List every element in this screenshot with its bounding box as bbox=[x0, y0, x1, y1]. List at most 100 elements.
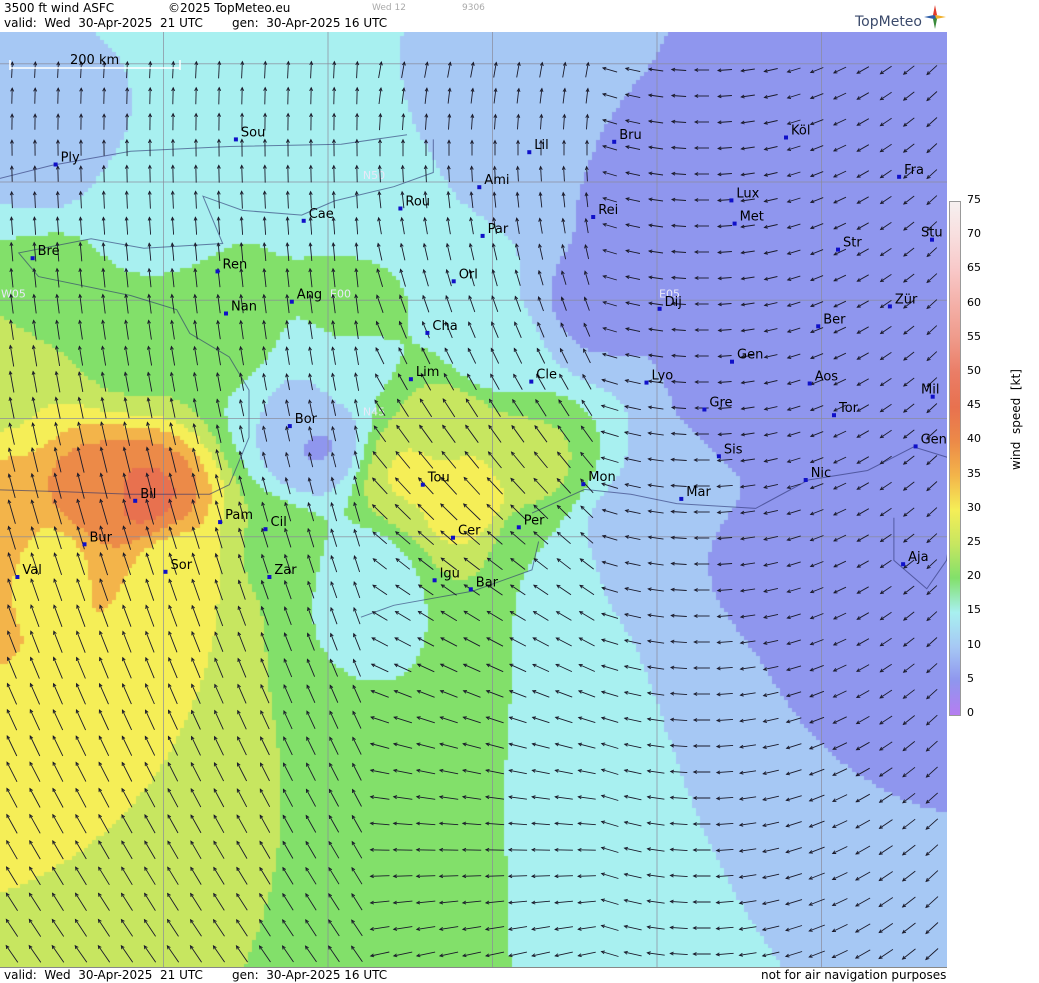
wind-arrow bbox=[601, 847, 619, 853]
wind-map[interactable]: N50 N45 W05 E00 E05 Sou Bru Köl Lil Ply Fra Ami Lux… bbox=[0, 32, 947, 968]
wind-arrow bbox=[125, 217, 129, 235]
wind-arrow bbox=[33, 320, 37, 340]
wind-arrow bbox=[236, 814, 248, 834]
wind-arrow bbox=[168, 683, 178, 705]
wind-arrow bbox=[168, 710, 178, 730]
wind-arrow bbox=[305, 867, 317, 885]
wind-arrow bbox=[260, 736, 270, 756]
wind-arrow bbox=[167, 736, 179, 756]
wind-arrow bbox=[353, 607, 361, 625]
city-label: Cer bbox=[458, 524, 481, 539]
legend-tick-label: 5 bbox=[967, 671, 974, 685]
wind-arrow bbox=[393, 716, 413, 724]
wind-arrow bbox=[237, 736, 247, 756]
wind-arrow bbox=[306, 685, 316, 703]
wind-arrow bbox=[514, 296, 522, 312]
wind-arrow bbox=[167, 867, 179, 885]
wind-arrow bbox=[305, 919, 317, 937]
wind-arrow bbox=[351, 919, 363, 937]
city-marker bbox=[133, 498, 138, 503]
city-marker bbox=[836, 247, 840, 252]
wind-arrow bbox=[144, 867, 156, 885]
wind-arrow bbox=[487, 611, 503, 621]
wind-arrow bbox=[98, 893, 110, 911]
wind-arrow bbox=[352, 789, 362, 807]
wind-arrow bbox=[440, 503, 458, 521]
wind-arrow bbox=[395, 504, 411, 520]
wind-arrow bbox=[236, 841, 248, 859]
city-marker bbox=[816, 324, 821, 329]
wind-arrow bbox=[880, 403, 892, 413]
wind-arrow bbox=[52, 735, 64, 757]
wind-arrow bbox=[398, 347, 408, 365]
wind-arrow bbox=[143, 945, 157, 963]
wind-arrow bbox=[124, 397, 130, 419]
city-label: Cil bbox=[271, 515, 287, 530]
wind-arrow bbox=[880, 534, 892, 542]
wind-arrow bbox=[533, 584, 549, 596]
wind-arrow bbox=[98, 788, 110, 808]
wind-arrow bbox=[903, 351, 915, 361]
wind-arrow bbox=[902, 792, 916, 804]
wind-arrow bbox=[601, 899, 619, 905]
city-marker bbox=[224, 311, 228, 316]
wind-arrow bbox=[51, 919, 65, 937]
city-marker bbox=[657, 306, 662, 311]
wind-arrow bbox=[121, 736, 133, 756]
wind-arrow bbox=[556, 611, 572, 621]
wind-arrow bbox=[857, 326, 869, 334]
wind-arrow bbox=[123, 473, 131, 499]
wind-arrow bbox=[833, 664, 847, 672]
wind-arrow bbox=[509, 637, 527, 647]
wind-arrow bbox=[146, 447, 154, 473]
wind-arrow bbox=[903, 715, 915, 725]
legend-tick-label: 10 bbox=[967, 637, 981, 651]
wind-arrow bbox=[372, 477, 388, 495]
wind-arrow bbox=[448, 165, 450, 183]
wind-arrow bbox=[488, 451, 502, 469]
city-marker bbox=[729, 198, 734, 203]
wind-arrow bbox=[190, 919, 202, 937]
wind-arrow bbox=[121, 814, 133, 834]
wind-arrow bbox=[8, 473, 16, 499]
wind-arrow bbox=[925, 922, 939, 934]
wind-arrow bbox=[462, 875, 482, 877]
wind-arrow bbox=[213, 919, 225, 937]
city-label: Zür bbox=[895, 292, 918, 307]
wind-arrow bbox=[926, 403, 938, 413]
wind-arrow bbox=[167, 919, 179, 937]
wind-arrow bbox=[532, 637, 550, 647]
wind-arrow bbox=[122, 683, 132, 705]
city-label: Val bbox=[22, 563, 41, 578]
wind-arrow bbox=[809, 820, 825, 828]
wind-arrow bbox=[372, 451, 388, 469]
wind-arrow bbox=[282, 945, 294, 963]
wind-arrow bbox=[100, 447, 108, 473]
wind-arrow bbox=[260, 762, 270, 782]
wind-arrow bbox=[167, 762, 179, 782]
wind-arrow bbox=[879, 689, 893, 699]
wind-arrow bbox=[372, 531, 388, 545]
wind-arrow bbox=[145, 631, 155, 653]
wind-arrow bbox=[287, 191, 289, 209]
wind-arrow bbox=[103, 191, 105, 209]
wind-arrow bbox=[192, 499, 200, 525]
wind-arrow bbox=[372, 611, 388, 621]
wind-arrow bbox=[146, 526, 154, 550]
wind-arrow bbox=[578, 875, 596, 877]
wind-arrow bbox=[417, 637, 435, 647]
wind-arrow bbox=[926, 169, 938, 179]
wind-arrow bbox=[167, 788, 179, 808]
wind-arrow bbox=[78, 397, 84, 419]
wind-arrow bbox=[329, 711, 339, 729]
wind-arrow bbox=[79, 320, 83, 340]
wind-arrow bbox=[855, 949, 871, 959]
wind-arrow bbox=[236, 788, 248, 808]
city-label: Ren bbox=[223, 257, 248, 272]
city-marker bbox=[432, 578, 437, 583]
wind-arrow bbox=[307, 554, 315, 574]
wind-arrow bbox=[53, 631, 63, 653]
wind-arrow bbox=[353, 581, 361, 599]
wind-arrow bbox=[282, 841, 294, 859]
product-title: 3500 ft wind ASFC bbox=[4, 1, 115, 15]
